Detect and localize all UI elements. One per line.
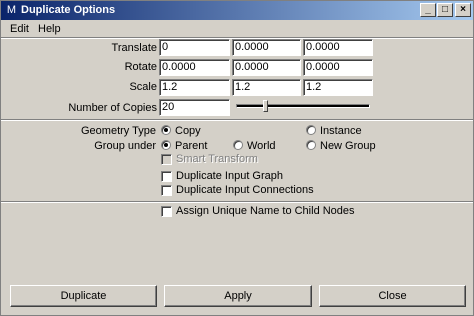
menu-bar: Edit Help xyxy=(1,21,473,37)
group-under-label: Group under xyxy=(94,140,156,152)
section-divider-2 xyxy=(1,201,473,203)
number-of-copies-slider[interactable] xyxy=(236,104,370,108)
scale-y-field[interactable]: 1.2 xyxy=(232,79,301,96)
duplicate-input-graph-checkbox[interactable] xyxy=(161,171,172,182)
geometry-copy-label[interactable]: Copy xyxy=(175,125,201,137)
smart-transform-label: Smart Transform xyxy=(176,153,258,165)
duplicate-options-window: M Duplicate Options _ □ × Edit Help Tran… xyxy=(0,0,474,316)
assign-unique-name-checkbox[interactable] xyxy=(161,206,172,217)
rotate-label: Rotate xyxy=(124,61,157,73)
slider-thumb[interactable] xyxy=(263,100,269,112)
geometry-copy-radio[interactable] xyxy=(161,125,171,135)
close-window-button[interactable]: × xyxy=(455,3,471,17)
translate-y-field[interactable]: 0.0000 xyxy=(232,39,301,56)
duplicate-input-connections-label[interactable]: Duplicate Input Connections xyxy=(176,184,314,196)
close-button[interactable]: Close xyxy=(319,285,466,307)
number-of-copies-field[interactable]: 20 xyxy=(159,99,230,116)
translate-z-field[interactable]: 0.0000 xyxy=(303,39,373,56)
menu-edit[interactable]: Edit xyxy=(10,23,29,35)
duplicate-input-graph-label[interactable]: Duplicate Input Graph xyxy=(176,170,283,182)
duplicate-button[interactable]: Duplicate xyxy=(10,285,157,307)
rotate-z-field[interactable]: 0.0000 xyxy=(303,59,373,76)
translate-label: Translate xyxy=(111,42,157,54)
rotate-y-field[interactable]: 0.0000 xyxy=(232,59,301,76)
geometry-instance-label[interactable]: Instance xyxy=(320,125,362,137)
scale-x-field[interactable]: 1.2 xyxy=(159,79,230,96)
scale-label: Scale xyxy=(129,81,157,93)
rotate-x-field[interactable]: 0.0000 xyxy=(159,59,230,76)
group-parent-label[interactable]: Parent xyxy=(175,140,207,152)
group-new-group-radio[interactable] xyxy=(306,140,316,150)
number-of-copies-label: Number of Copies xyxy=(68,102,157,114)
maximize-button[interactable]: □ xyxy=(437,3,453,17)
group-parent-radio[interactable] xyxy=(161,140,171,150)
translate-x-field[interactable]: 0 xyxy=(159,39,230,56)
scale-z-field[interactable]: 1.2 xyxy=(303,79,373,96)
group-new-group-label[interactable]: New Group xyxy=(320,140,376,152)
group-world-label[interactable]: World xyxy=(247,140,276,152)
assign-unique-name-label[interactable]: Assign Unique Name to Child Nodes xyxy=(176,205,355,217)
group-world-radio[interactable] xyxy=(233,140,243,150)
menu-help[interactable]: Help xyxy=(38,23,61,35)
apply-button[interactable]: Apply xyxy=(164,285,312,307)
smart-transform-checkbox xyxy=(161,154,172,165)
window-title: Duplicate Options xyxy=(21,4,116,16)
geometry-instance-radio[interactable] xyxy=(306,125,316,135)
duplicate-input-connections-checkbox[interactable] xyxy=(161,185,172,196)
section-divider xyxy=(1,119,473,121)
title-bar[interactable]: M Duplicate Options _ □ × xyxy=(1,1,473,20)
geometry-type-label: Geometry Type xyxy=(81,125,156,137)
minimize-button[interactable]: _ xyxy=(420,3,436,17)
maya-icon[interactable]: M xyxy=(5,4,18,17)
